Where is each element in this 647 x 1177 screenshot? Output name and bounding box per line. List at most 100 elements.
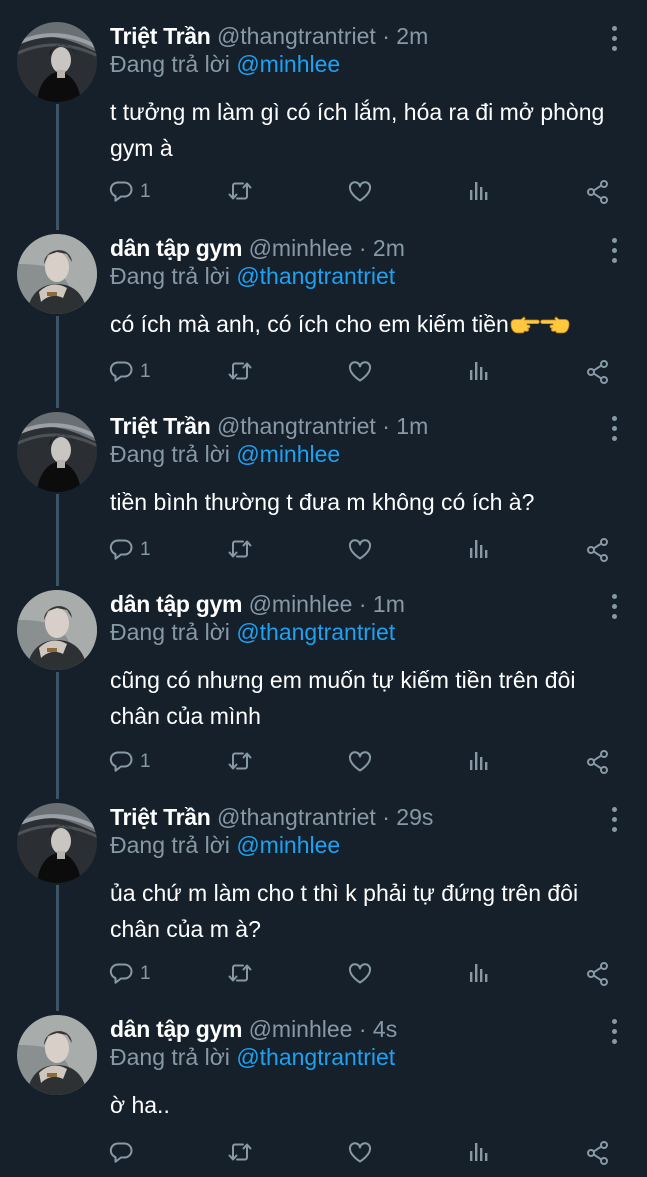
avatar[interactable]: [17, 22, 97, 102]
mention-link[interactable]: @minhlee: [236, 51, 340, 77]
mention-link[interactable]: @minhlee: [236, 441, 340, 467]
reply-button[interactable]: 1: [108, 177, 151, 207]
share-button[interactable]: [585, 177, 611, 207]
tweet-header: Triệt Trần @thangtrantriet · 1m: [110, 412, 428, 440]
author-name[interactable]: dân tập gym: [110, 591, 242, 617]
more-vertical-icon[interactable]: [607, 807, 621, 835]
like-icon: [348, 1142, 372, 1163]
tweet-item[interactable]: dân tập gym @minhlee · 2m Đang trả lời @t…: [0, 234, 647, 389]
share-button[interactable]: [585, 357, 611, 387]
pointing-hand-emoji-pair: [540, 308, 571, 334]
avatar[interactable]: [17, 412, 97, 492]
like-button[interactable]: [347, 959, 373, 989]
reply-button[interactable]: 1: [108, 959, 151, 989]
author-handle[interactable]: @thangtrantriet: [217, 413, 376, 439]
replying-to-label: Đang trả lời: [110, 441, 230, 467]
replying-to-label: Đang trả lời: [110, 263, 230, 289]
mention-link[interactable]: @thangtrantriet: [236, 619, 395, 645]
like-button[interactable]: [347, 357, 373, 387]
like-button[interactable]: [347, 535, 373, 565]
author-name[interactable]: Triệt Trần: [110, 413, 211, 439]
more-vertical-icon[interactable]: [607, 416, 621, 444]
author-name[interactable]: dân tập gym: [110, 235, 242, 261]
retweet-button[interactable]: [227, 1138, 253, 1168]
replying-to-label: Đang trả lời: [110, 1044, 230, 1070]
avatar[interactable]: [17, 1015, 97, 1095]
analytics-button[interactable]: [466, 177, 492, 207]
reply-icon: [109, 963, 133, 984]
author-name[interactable]: dân tập gym: [110, 1016, 242, 1042]
retweet-button[interactable]: [227, 747, 253, 777]
author-handle[interactable]: @minhlee: [249, 1016, 353, 1042]
reply-button[interactable]: 1: [108, 747, 151, 777]
analytics-icon: [470, 362, 488, 380]
replying-to-line: Đang trả lời @minhlee: [110, 831, 340, 859]
like-button[interactable]: [347, 1138, 373, 1168]
more-vertical-icon[interactable]: [607, 26, 621, 54]
analytics-button[interactable]: [466, 357, 492, 387]
tweet-item[interactable]: dân tập gym @minhlee · 1m Đang trả lời @t…: [0, 590, 647, 779]
retweet-icon: [228, 964, 252, 982]
like-icon: [348, 751, 372, 772]
tweet-actions: 1: [108, 747, 628, 777]
tweet-header: dân tập gym @minhlee · 1m: [110, 590, 405, 618]
tweet-text: ờ ha..: [110, 1087, 625, 1123]
mention-link[interactable]: @thangtrantriet: [236, 1044, 395, 1070]
reply-icon: [109, 181, 133, 202]
share-button[interactable]: [585, 959, 611, 989]
tweet-item[interactable]: dân tập gym @minhlee · 4s Đang trả lời @t…: [0, 1015, 647, 1170]
more-vertical-icon[interactable]: [607, 238, 621, 266]
more-vertical-icon[interactable]: [607, 1019, 621, 1047]
avatar[interactable]: [17, 590, 97, 670]
like-button[interactable]: [347, 747, 373, 777]
mention-link[interactable]: @minhlee: [236, 832, 340, 858]
tweet-text-content: cũng có nhưng em muốn tự kiếm tiền trên …: [110, 667, 576, 729]
avatar[interactable]: [17, 234, 97, 314]
tweet-header: dân tập gym @minhlee · 4s: [110, 1015, 397, 1043]
retweet-button[interactable]: [227, 959, 253, 989]
reply-count: 1: [140, 751, 151, 772]
author-name[interactable]: Triệt Trần: [110, 804, 211, 830]
retweet-button[interactable]: [227, 535, 253, 565]
like-button[interactable]: [347, 177, 373, 207]
tweet-time: 29s: [396, 804, 434, 830]
avatar-image: [17, 234, 97, 314]
analytics-button[interactable]: [466, 535, 492, 565]
tweet-item[interactable]: Triệt Trần @thangtrantriet · 1m Đang trả …: [0, 412, 647, 567]
pointing-hand-emoji: [510, 316, 540, 334]
reply-count: 1: [140, 963, 151, 984]
tweet-text-content: tiền bình thường t đưa m không có ích à?: [110, 489, 535, 515]
retweet-icon: [228, 1143, 252, 1161]
separator-dot: ·: [382, 23, 390, 49]
analytics-button[interactable]: [466, 959, 492, 989]
replying-to-label: Đang trả lời: [110, 51, 230, 77]
more-vertical-icon[interactable]: [607, 594, 621, 622]
share-button[interactable]: [585, 535, 611, 565]
reply-button[interactable]: 1: [108, 535, 151, 565]
retweet-icon: [228, 362, 252, 380]
share-icon: [587, 750, 608, 774]
tweet-item[interactable]: Triệt Trần @thangtrantriet · 2m Đang trả …: [0, 22, 647, 209]
share-button[interactable]: [585, 747, 611, 777]
avatar-image: [17, 1015, 97, 1095]
avatar[interactable]: [17, 803, 97, 883]
retweet-button[interactable]: [227, 357, 253, 387]
author-handle[interactable]: @thangtrantriet: [217, 23, 376, 49]
mention-link[interactable]: @thangtrantriet: [236, 263, 395, 289]
share-button[interactable]: [585, 1138, 611, 1168]
author-name[interactable]: Triệt Trần: [110, 23, 211, 49]
author-handle[interactable]: @minhlee: [249, 235, 353, 261]
reply-button[interactable]: 1: [108, 357, 151, 387]
tweet-item[interactable]: Triệt Trần @thangtrantriet · 29s Đang trả…: [0, 803, 647, 991]
author-handle[interactable]: @minhlee: [249, 591, 353, 617]
reply-count: 1: [140, 361, 151, 382]
analytics-button[interactable]: [466, 1138, 492, 1168]
share-icon: [587, 538, 608, 562]
analytics-button[interactable]: [466, 747, 492, 777]
reply-button[interactable]: [108, 1138, 140, 1168]
analytics-icon: [470, 964, 488, 982]
author-handle[interactable]: @thangtrantriet: [217, 804, 376, 830]
retweet-button[interactable]: [227, 177, 253, 207]
tweet-text: cũng có nhưng em muốn tự kiếm tiền trên …: [110, 662, 625, 734]
tweet-time: 2m: [396, 23, 429, 49]
